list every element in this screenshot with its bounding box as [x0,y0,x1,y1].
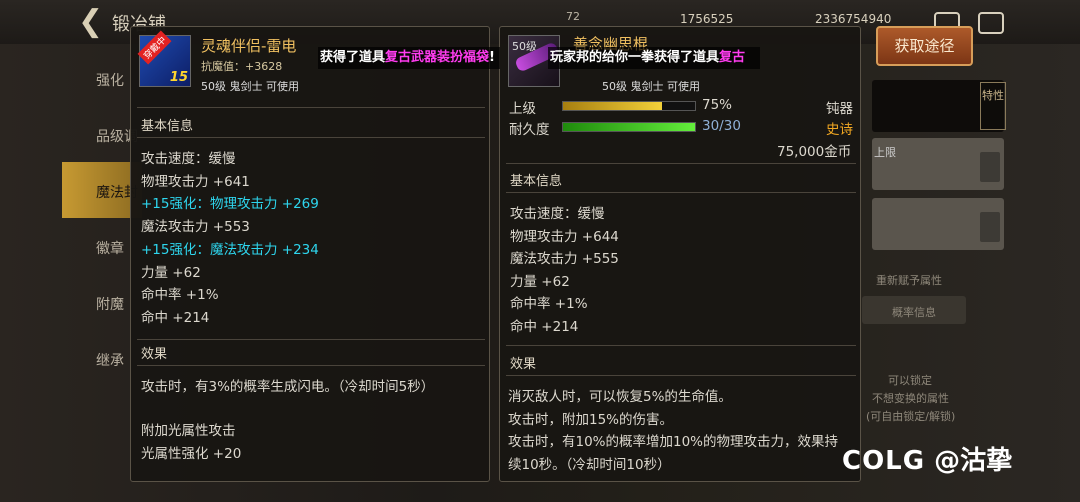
item-requirement: 50级 鬼剑士 可使用 [201,80,299,93]
ticker-item: 复古武器装扮福袋 [385,50,490,65]
stat-line: 命中率 +1% [141,287,219,304]
grade-label: 上级 [509,101,536,117]
grade-value: 75% [702,97,733,113]
divider [137,107,485,108]
durability-value: 30/30 [702,118,741,134]
divider [506,345,856,346]
durability-bar-fill [563,123,695,131]
item-tooltip-equipped: 穿戴中 15 灵魂伴侣-雷电 抗魔值：+3628 50级 鬼剑士 可使用 基本信… [130,26,490,482]
stat-line: 物理攻击力 +641 [141,173,250,190]
watermark-user: @沽挚 [934,446,1013,476]
effect-line: 附加光属性攻击 [141,423,236,439]
stat-line: 攻击速度：缓慢 [510,206,605,222]
right-panel: 特性 上限 重新赋予属性 概率信息 可以锁定 不想变换的属性 (可自由锁定/解锁… [862,80,1008,460]
effect-title: 效果 [510,357,537,372]
lock-hint-2: 不想变换的属性 [872,392,949,405]
price: 75,000金币 [777,144,852,160]
stat-line: 魔法攻击力 +553 [141,219,250,236]
durability-bar [562,122,696,132]
chat-icon[interactable] [978,12,1004,34]
stat-line: 命中 +214 [141,309,210,326]
stat-line: 命中 +214 [510,319,579,335]
effect-line: 攻击时，附加15%的伤害。 [508,411,674,428]
effect-line: 续10秒。（冷却时间10秒） [508,456,671,473]
divider [506,375,856,376]
reroll-label: 重新赋予属性 [876,274,942,287]
tab-trait[interactable]: 特性 [980,82,1006,130]
stat-line: +15强化：魔法攻击力 +234 [141,241,319,258]
lock-icon[interactable] [980,152,1000,182]
rarity: 史诗 [826,122,853,138]
effect-line: 消灭敌人时，可以恢复5%的生命值。 [508,389,732,405]
durability-label: 耐久度 [509,122,550,138]
ticker-end: ! [489,50,495,65]
divider [137,339,485,340]
item-tooltip-compare: 50级 善念幽思棍 50级 鬼剑士 可使用 上级 75% 钝器 耐久度 30/3… [499,26,861,482]
watermark: COLG @沽挚 [842,440,1012,477]
item-icon: 穿戴中 15 [137,30,191,87]
enhance-level-badge: 15 [169,70,188,85]
effect-line: 攻击时，有3%的概率生成闪电。（冷却时间5秒） [141,379,435,395]
ticker-text: 玩家邦的给你一拳获得了道具 [550,50,720,65]
stat-line: +15强化：物理攻击力 +269 [141,196,319,213]
attr-box-2-label: 上限 [874,146,896,159]
lock-hint-3: (可自由锁定/解锁) [866,410,956,423]
currency-1: 1756525 [680,12,734,26]
divider [506,163,856,164]
basic-info-title: 基本信息 [141,119,194,134]
broadcast-ticker-1: 获得了道具复古武器装扮福袋! [318,47,500,69]
divider [137,137,485,138]
basic-info-title: 基本信息 [510,174,563,189]
item-resist: 抗魔值：+3628 [201,60,283,73]
effect-title: 效果 [141,347,168,362]
lock-icon[interactable] [980,212,1000,242]
ticker-item: 复古 [719,50,746,65]
stat-line: 物理攻击力 +644 [510,228,619,245]
broadcast-ticker-2: 玩家邦的给你一拳获得了道具复古 [548,47,760,69]
equipped-badge: 穿戴中 [137,30,172,65]
probability-info-button[interactable]: 概率信息 [862,296,966,324]
stat-line: 命中率 +1% [510,296,588,313]
ticker-text: 获得了道具 [320,50,386,65]
probability-info-label: 概率信息 [892,306,936,319]
item-requirement: 50级 鬼剑士 可使用 [602,80,700,93]
effect-line: 光属性强化 +20 [141,446,242,462]
divider [137,365,485,366]
currency-small: 72 [566,10,580,23]
currency-2: 2336754940 [815,12,892,26]
grade-bar-fill [563,102,662,110]
grade-bar [562,101,696,111]
effect-line: 攻击时，有10%的概率增加10%的物理攻击力，效果持 [508,434,839,450]
stat-line: 攻击速度：缓慢 [141,151,236,167]
item-name: 灵魂伴侣-雷电 [201,37,297,55]
lock-hint-1: 可以锁定 [888,374,932,387]
stat-line: 力量 +62 [141,264,201,281]
divider [506,192,856,193]
back-arrow-icon[interactable]: ❮ [78,6,112,38]
get-source-button[interactable]: 获取途径 [876,26,973,66]
colg-logo: COLG [842,446,926,476]
weapon-type: 钝器 [826,101,853,117]
stat-line: 魔法攻击力 +555 [510,251,619,268]
stat-line: 力量 +62 [510,273,570,290]
